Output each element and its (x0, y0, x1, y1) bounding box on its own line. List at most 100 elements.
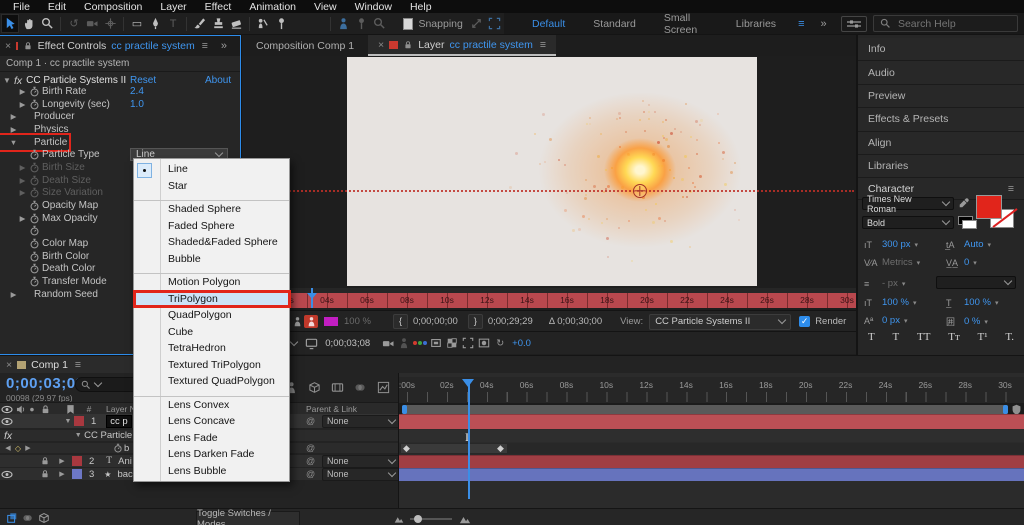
node-icon[interactable] (354, 15, 370, 32)
parent-link-column[interactable]: Parent & Link (306, 404, 357, 414)
out-point-icon[interactable]: } (468, 314, 483, 329)
panel-menu-icon[interactable]: ≡ (540, 39, 546, 51)
workspace-settings-icon[interactable] (841, 16, 867, 32)
viewer-stage[interactable] (242, 56, 856, 288)
expand-triangle-icon[interactable]: ▶ (17, 163, 28, 172)
dock-section-header[interactable]: Libraries (858, 155, 1024, 178)
rotate-tool-icon[interactable]: ↺ (66, 15, 82, 32)
close-icon[interactable]: × (6, 359, 12, 371)
dropdown-menu-item[interactable]: Textured TriPolygon (134, 357, 289, 374)
menu-item[interactable]: File (4, 1, 39, 13)
puppet-pin-tool-icon[interactable] (273, 15, 289, 32)
property-label[interactable]: Physics (34, 124, 68, 135)
show-snapshot-icon[interactable] (396, 337, 412, 349)
expand-triangle-icon[interactable]: ▶ (8, 112, 19, 121)
mask-visibility-icon[interactable] (476, 337, 492, 349)
effect-property-row[interactable]: ▶ Producer (0, 110, 241, 123)
current-time-display[interactable]: 0;00;03;08 (6, 375, 84, 392)
property-label[interactable]: Longevity (sec) (42, 99, 110, 110)
workspace-item[interactable]: Libraries (722, 18, 790, 30)
expand-triangle-icon[interactable]: ▶ (17, 176, 28, 185)
stopwatch-icon[interactable] (28, 238, 41, 249)
property-label[interactable]: Transfer Mode (42, 276, 107, 287)
playhead-handle[interactable] (462, 379, 474, 393)
search-help-input[interactable] (896, 17, 1000, 31)
dropdown-menu-item[interactable]: Star (134, 178, 289, 195)
snapshot-camera-icon[interactable] (380, 337, 396, 350)
viewer-playhead[interactable] (311, 288, 313, 308)
close-icon[interactable]: × (5, 40, 11, 52)
menu-item[interactable]: Edit (39, 1, 75, 13)
property-label[interactable]: Birth Rate (42, 86, 86, 97)
effect-controls-tab[interactable]: Effect Controls (38, 40, 107, 52)
menu-item[interactable]: View (305, 1, 346, 13)
parent-select[interactable]: None (322, 415, 400, 428)
dropdown-menu-item[interactable]: TriPolygon (134, 291, 289, 308)
out-point-time[interactable]: 0;00;29;29 (488, 316, 533, 327)
prev-keyframe-icon[interactable]: ◀ (3, 444, 13, 452)
next-keyframe-icon[interactable]: ▶ (23, 444, 33, 452)
layer-tab[interactable]: × Layer cc practile system ≡ (368, 35, 556, 56)
layer-name[interactable]: Ani (118, 456, 132, 467)
twirl-icon[interactable]: ▼ (72, 432, 84, 439)
expand-triangle-icon[interactable]: ▶ (17, 100, 28, 109)
stopwatch-icon[interactable] (28, 213, 41, 224)
stopwatch-icon[interactable] (28, 149, 41, 160)
dock-section-header[interactable]: Info (858, 38, 1024, 61)
dropdown-menu-item[interactable]: QuadPolygon (134, 307, 289, 324)
zoom-tool-icon[interactable] (39, 15, 55, 32)
effect-property-row[interactable]: ▼ Particle (0, 136, 241, 149)
leading-field[interactable]: t̲AAuto▾ (946, 239, 991, 250)
dropdown-menu-item[interactable]: Lens Convex (134, 396, 289, 414)
panel-menu-icon[interactable]: ≡ (75, 359, 81, 371)
clone-stamp-tool-icon[interactable] (210, 15, 226, 32)
property-label[interactable]: Opacity Map (42, 200, 98, 211)
motion-blur-icon[interactable] (36, 512, 52, 524)
property-label[interactable]: Birth Color (42, 251, 89, 262)
frame-blend-icon[interactable] (20, 512, 36, 524)
type-tool-icon[interactable]: T (165, 15, 181, 32)
in-point-time[interactable]: 0;00;00;00 (413, 316, 458, 327)
dropdown-menu-item[interactable]: Faded Sphere (134, 218, 289, 235)
faux-style-button[interactable]: Tᴛ (948, 331, 960, 343)
workspace-menu-icon[interactable]: ≡ (790, 18, 812, 30)
stopwatch-icon[interactable] (28, 175, 41, 186)
menu-item[interactable]: Layer (151, 1, 195, 13)
frame-blending-icon[interactable] (308, 381, 321, 394)
dropdown-menu-item[interactable]: Lens Bubble (134, 463, 289, 480)
dock-section-header[interactable]: Audio (858, 61, 1024, 84)
vertical-scale-field[interactable]: ıT100 %▾ (864, 297, 916, 308)
layer-label-swatch[interactable] (74, 416, 84, 426)
stopwatch-icon[interactable] (28, 162, 41, 173)
property-label[interactable]: Death Color (42, 263, 95, 274)
motion-blur-icon[interactable] (354, 381, 367, 394)
faux-style-button[interactable]: T (868, 331, 875, 343)
menu-item[interactable]: Composition (75, 1, 151, 13)
channel-color-swatch[interactable] (324, 317, 338, 326)
stopwatch-icon[interactable] (28, 225, 41, 236)
stopwatch-icon[interactable] (28, 200, 41, 211)
property-value[interactable]: 2.4 (130, 86, 144, 97)
faux-style-button[interactable]: TT (917, 331, 930, 343)
property-label[interactable]: Max Opacity (42, 213, 98, 224)
stopwatch-icon[interactable] (28, 86, 41, 97)
dropdown-menu-item[interactable]: Cube (134, 324, 289, 341)
workspace-item[interactable]: Standard (579, 18, 650, 30)
refresh-icon[interactable]: ↻ (492, 338, 508, 349)
layer-label-swatch[interactable] (72, 456, 82, 466)
stroke-style-select[interactable] (936, 276, 1016, 289)
property-label[interactable]: Color Map (42, 238, 88, 249)
expand-layers-icon[interactable] (4, 512, 20, 524)
layer-time-ruler[interactable]: 02s04s06s08s10s12s14s16s18s20s22s24s26s2… (242, 288, 856, 308)
zoom-track[interactable] (410, 518, 452, 520)
keyframe-track[interactable]: ◆ ◆ (399, 443, 1024, 454)
eye-icon[interactable] (0, 417, 14, 426)
stroke-width-field[interactable]: ≡- px▾ (864, 278, 905, 289)
effect-property-row[interactable]: ▶ Physics (0, 123, 241, 136)
brush-tool-icon[interactable] (192, 15, 208, 32)
property-label[interactable]: Birth Size (42, 162, 85, 173)
layer-3-duration-bar[interactable] (399, 468, 1024, 481)
property-label[interactable]: Random Seed (34, 289, 98, 300)
menu-item[interactable]: Window (346, 1, 401, 13)
workspace-item[interactable]: Small Screen (650, 12, 722, 36)
